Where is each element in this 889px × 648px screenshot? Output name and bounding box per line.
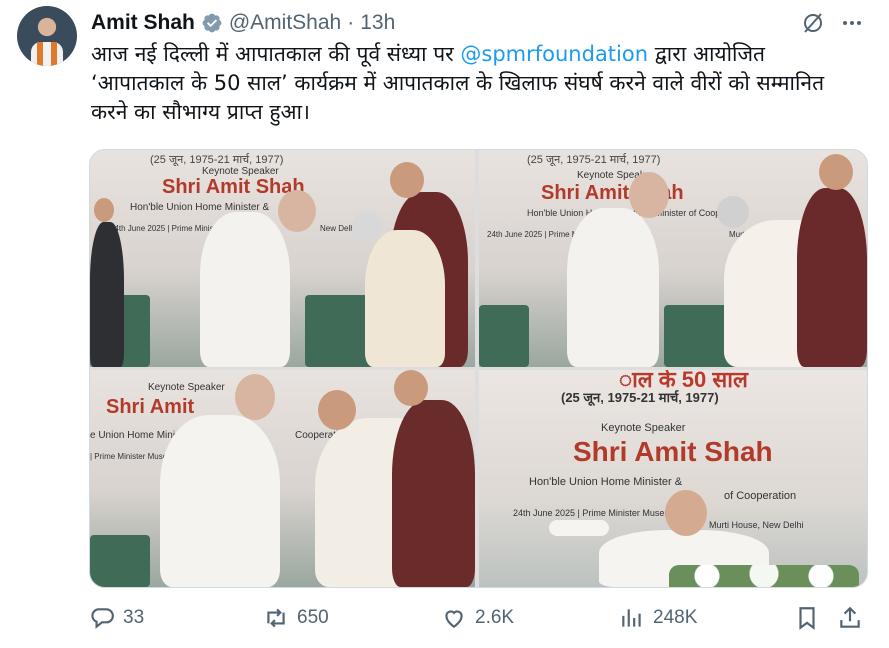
photo-3[interactable]: Keynote Speaker Shri Amit e Union Home M… — [90, 370, 475, 587]
views-count: 248K — [653, 607, 698, 628]
photo-2-date: (25 जून, 1975-21 मार्च, 1977) — [527, 154, 661, 166]
share-button[interactable] — [837, 605, 871, 631]
photo-4[interactable]: ाल के 50 साल (25 जून, 1975-21 मार्च, 197… — [479, 370, 867, 587]
share-icon — [840, 606, 860, 628]
photo-2[interactable]: (25 जून, 1975-21 मार्च, 1977) Keynote Sp… — [479, 150, 867, 367]
photo-4-venue: 24th June 2025 | Prime Minister Museum & — [513, 508, 686, 518]
tweet-header: Amit Shah @AmitShah · 13h — [91, 10, 395, 36]
media-grid: (25 जून, 1975-21 मार्च, 1977) Keynote Sp… — [89, 149, 868, 588]
photo-4-speaker: Shri Amit Shah — [573, 436, 773, 467]
tweet-text: आज नई दिल्ली में आपातकाल की पूर्व संध्या… — [91, 40, 861, 127]
photo-3-speaker: Shri Amit — [106, 396, 195, 418]
photo-1-city: New Delhi — [320, 224, 357, 233]
bookmark-icon — [799, 607, 815, 630]
like-count: 2.6K — [475, 607, 515, 628]
bookmark-button[interactable] — [794, 605, 828, 631]
photo-4-role2: of Cooperation — [724, 490, 797, 502]
photo-4-role: Hon'ble Union Home Minister & — [529, 476, 683, 488]
repost-button[interactable]: 650 — [263, 605, 329, 631]
photo-1-date: (25 जून, 1975-21 मार्च, 1977) — [150, 154, 284, 166]
avatar[interactable] — [17, 6, 77, 66]
more-icon[interactable] — [840, 13, 864, 33]
photo-4-city: Murti House, New Delhi — [709, 520, 804, 530]
photo-3-speaker-caption: Keynote Speaker — [148, 382, 225, 393]
tweet-actions: 33 650 2.6K 248K — [89, 605, 866, 637]
reply-button[interactable]: 33 — [89, 605, 144, 631]
views-icon — [622, 609, 641, 627]
photo-4-speaker-caption: Keynote Speaker — [601, 422, 686, 434]
reply-icon — [91, 608, 114, 629]
mention-link[interactable]: @spmrfoundation — [460, 42, 648, 66]
timestamp[interactable]: 13h — [360, 11, 395, 35]
tweet-text-part1: आज नई दिल्ली में आपातकाल की पूर्व संध्या… — [91, 42, 461, 66]
photo-1[interactable]: (25 जून, 1975-21 मार्च, 1977) Keynote Sp… — [90, 150, 475, 367]
repost-count: 650 — [297, 607, 329, 628]
author-name[interactable]: Amit Shah — [91, 11, 195, 35]
repost-icon — [267, 608, 285, 628]
photo-4-date: (25 जून, 1975-21 मार्च, 1977) — [561, 390, 719, 405]
author-handle[interactable]: @AmitShah — [229, 11, 341, 35]
reply-count: 33 — [123, 607, 145, 628]
grok-icon[interactable] — [801, 11, 825, 35]
verified-badge-icon — [202, 13, 222, 33]
like-icon — [445, 610, 463, 628]
views-button[interactable]: 248K — [619, 605, 697, 631]
like-button[interactable]: 2.6K — [441, 605, 514, 631]
separator: · — [347, 11, 355, 34]
